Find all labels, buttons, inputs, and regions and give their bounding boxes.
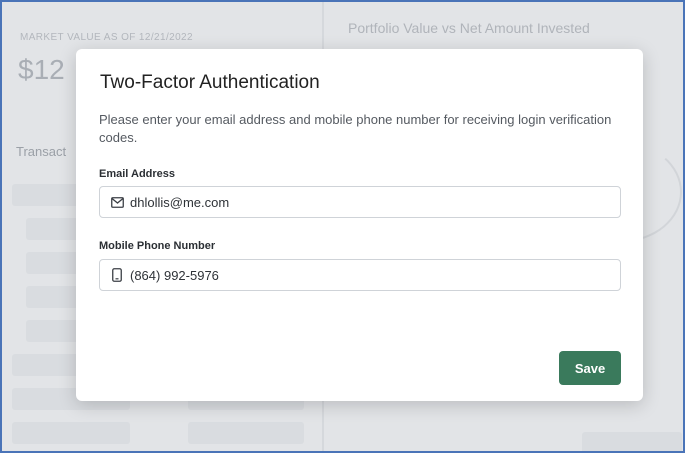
market-value-label: MARKET VALUE AS OF 12/21/2022 (20, 32, 193, 43)
transactions-heading: Transact (16, 144, 67, 159)
app-window: MARKET VALUE AS OF 12/21/2022 $12 Transa… (0, 0, 685, 453)
market-value: $12 (18, 54, 65, 85)
phone-label: Mobile Phone Number (99, 240, 216, 252)
dialog-description: Please enter your email address and mobi… (99, 112, 612, 145)
dialog-title: Two-Factor Authentication (100, 72, 320, 93)
phone-input[interactable] (130, 267, 610, 283)
chart-legend-block (582, 432, 682, 451)
mobile-phone-icon (110, 268, 124, 282)
transaction-row (188, 422, 304, 444)
two-factor-dialog: Two-Factor Authentication Please enter y… (76, 49, 643, 401)
phone-field[interactable] (99, 259, 621, 291)
envelope-icon (110, 195, 124, 209)
email-label: Email Address (99, 168, 176, 180)
save-button[interactable]: Save (559, 351, 621, 385)
email-field[interactable] (99, 186, 621, 218)
transaction-row (12, 422, 130, 444)
email-input[interactable] (130, 194, 610, 210)
chart-title: Portfolio Value vs Net Amount Invested (348, 20, 590, 36)
